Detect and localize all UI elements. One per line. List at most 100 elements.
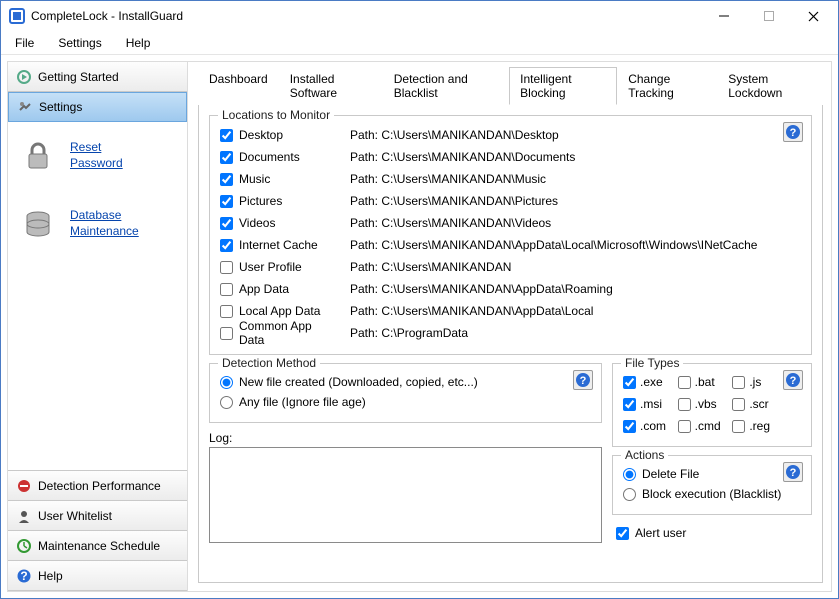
- sidebar-item-settings[interactable]: Settings: [8, 92, 187, 122]
- location-row: Documents Path: C:\Users\MANIKANDAN\Docu…: [220, 146, 801, 168]
- filetype-label: .com: [640, 419, 666, 433]
- menu-help[interactable]: Help: [114, 32, 163, 54]
- tab-change-tracking[interactable]: Change Tracking: [617, 67, 717, 105]
- detection-legend: Detection Method: [218, 356, 320, 370]
- location-checkbox-internet cache[interactable]: [220, 239, 233, 252]
- detection-radio-1[interactable]: [220, 396, 233, 409]
- filetype-checkbox-vbs[interactable]: [678, 398, 691, 411]
- detection-option: Any file (Ignore file age): [220, 392, 591, 412]
- app-icon: [9, 8, 25, 24]
- tab-installed-software[interactable]: Installed Software: [279, 67, 383, 105]
- location-label: Local App Data: [239, 304, 320, 318]
- tab-dashboard[interactable]: Dashboard: [198, 67, 279, 105]
- filetype-checkbox-msi[interactable]: [623, 398, 636, 411]
- maximize-button[interactable]: [746, 2, 791, 30]
- filetypes-fieldset: File Types ? .exe.bat.js.msi.vbs.scr.com…: [612, 363, 812, 447]
- performance-icon: [16, 478, 32, 494]
- location-path: Path: C:\Users\MANIKANDAN\Documents: [350, 150, 801, 164]
- tab-panel-intelligent-blocking: Locations to Monitor ? Desktop Path: C:\…: [198, 105, 823, 583]
- menu-settings[interactable]: Settings: [46, 32, 113, 54]
- location-label: Music: [239, 172, 270, 186]
- alert-user-checkbox[interactable]: [616, 527, 629, 540]
- filetype-cell: .com: [623, 419, 670, 433]
- right-column: File Types ? .exe.bat.js.msi.vbs.scr.com…: [612, 363, 812, 543]
- minimize-button[interactable]: [701, 2, 746, 30]
- filetype-cell: .scr: [732, 397, 779, 411]
- location-checkbox-app data[interactable]: [220, 283, 233, 296]
- filetype-checkbox-scr[interactable]: [732, 398, 745, 411]
- main-panel: DashboardInstalled SoftwareDetection and…: [188, 62, 831, 591]
- location-checkbox-pictures[interactable]: [220, 195, 233, 208]
- settings-icon: [17, 99, 33, 115]
- filetype-label: .js: [749, 375, 761, 389]
- sidebar-item-label: Settings: [39, 100, 82, 114]
- close-button[interactable]: [791, 2, 836, 30]
- sidebar-item-label: Maintenance Schedule: [38, 539, 160, 553]
- help-button-actions[interactable]: ?: [783, 462, 803, 482]
- log-textarea[interactable]: [209, 447, 602, 543]
- location-label: User Profile: [239, 260, 302, 274]
- actions-fieldset: Actions ? Delete FileBlock execution (Bl…: [612, 455, 812, 515]
- location-row: Internet Cache Path: C:\Users\MANIKANDAN…: [220, 234, 801, 256]
- menubar: File Settings Help: [1, 31, 838, 55]
- action-radio-0[interactable]: [623, 468, 636, 481]
- tab-bar: DashboardInstalled SoftwareDetection and…: [198, 66, 823, 105]
- location-checkbox-user profile[interactable]: [220, 261, 233, 274]
- sidebar-item-detection-performance[interactable]: Detection Performance: [8, 471, 187, 501]
- sidebar-link-anchor[interactable]: ResetPassword: [70, 140, 123, 171]
- filetype-label: .vbs: [695, 397, 717, 411]
- action-radio-1[interactable]: [623, 488, 636, 501]
- detection-option-label: New file created (Downloaded, copied, et…: [239, 375, 478, 389]
- action-option-label: Block execution (Blacklist): [642, 487, 781, 501]
- window-controls: [701, 2, 836, 30]
- detection-option: New file created (Downloaded, copied, et…: [220, 372, 591, 392]
- action-option-label: Delete File: [642, 467, 699, 481]
- filetype-label: .reg: [749, 419, 770, 433]
- sidebar-item-maintenance-schedule[interactable]: Maintenance Schedule: [8, 531, 187, 561]
- location-path: Path: C:\ProgramData: [350, 326, 801, 340]
- location-path: Path: C:\Users\MANIKANDAN\AppData\Local\…: [350, 238, 801, 252]
- tab-detection-and-blacklist[interactable]: Detection and Blacklist: [383, 67, 509, 105]
- help-button-filetypes[interactable]: ?: [783, 370, 803, 390]
- help-button-detection[interactable]: ?: [573, 370, 593, 390]
- schedule-icon: [16, 538, 32, 554]
- location-row: App Data Path: C:\Users\MANIKANDAN\AppDa…: [220, 278, 801, 300]
- sidebar-item-getting-started[interactable]: Getting Started: [8, 62, 187, 92]
- detection-radio-0[interactable]: [220, 376, 233, 389]
- sidebar-item-label: User Whitelist: [38, 509, 112, 523]
- sidebar-item-help[interactable]: ?Help: [8, 561, 187, 591]
- filetype-checkbox-exe[interactable]: [623, 376, 636, 389]
- location-label: Videos: [239, 216, 275, 230]
- lower-columns: Detection Method ? New file created (Dow…: [209, 363, 812, 543]
- detection-fieldset: Detection Method ? New file created (Dow…: [209, 363, 602, 423]
- alert-user-row: Alert user: [612, 523, 812, 543]
- database-icon: [20, 206, 56, 242]
- app-window: CompleteLock - InstallGuard File Setting…: [0, 0, 839, 599]
- sidebar-item-user-whitelist[interactable]: User Whitelist: [8, 501, 187, 531]
- svg-text:?: ?: [790, 375, 797, 387]
- svg-text:?: ?: [790, 467, 797, 479]
- filetype-checkbox-cmd[interactable]: [678, 420, 691, 433]
- location-checkbox-local app data[interactable]: [220, 305, 233, 318]
- sidebar-link-anchor[interactable]: DatabaseMaintenance: [70, 208, 139, 239]
- action-option: Delete File: [623, 464, 801, 484]
- location-row: User Profile Path: C:\Users\MANIKANDAN: [220, 256, 801, 278]
- actions-legend: Actions: [621, 448, 668, 462]
- filetype-checkbox-reg[interactable]: [732, 420, 745, 433]
- location-row: Pictures Path: C:\Users\MANIKANDAN\Pictu…: [220, 190, 801, 212]
- location-checkbox-documents[interactable]: [220, 151, 233, 164]
- tab-system-lockdown[interactable]: System Lockdown: [717, 67, 823, 105]
- location-checkbox-videos[interactable]: [220, 217, 233, 230]
- location-checkbox-desktop[interactable]: [220, 129, 233, 142]
- filetype-checkbox-bat[interactable]: [678, 376, 691, 389]
- filetype-checkbox-js[interactable]: [732, 376, 745, 389]
- help-button-locations[interactable]: ?: [783, 122, 803, 142]
- filetype-checkbox-com[interactable]: [623, 420, 636, 433]
- tab-intelligent-blocking[interactable]: Intelligent Blocking: [509, 67, 617, 105]
- location-checkbox-music[interactable]: [220, 173, 233, 186]
- location-checkbox-common app data[interactable]: [220, 327, 233, 340]
- filetype-label: .exe: [640, 375, 663, 389]
- user-icon: [16, 508, 32, 524]
- filetype-label: .cmd: [695, 419, 721, 433]
- menu-file[interactable]: File: [3, 32, 46, 54]
